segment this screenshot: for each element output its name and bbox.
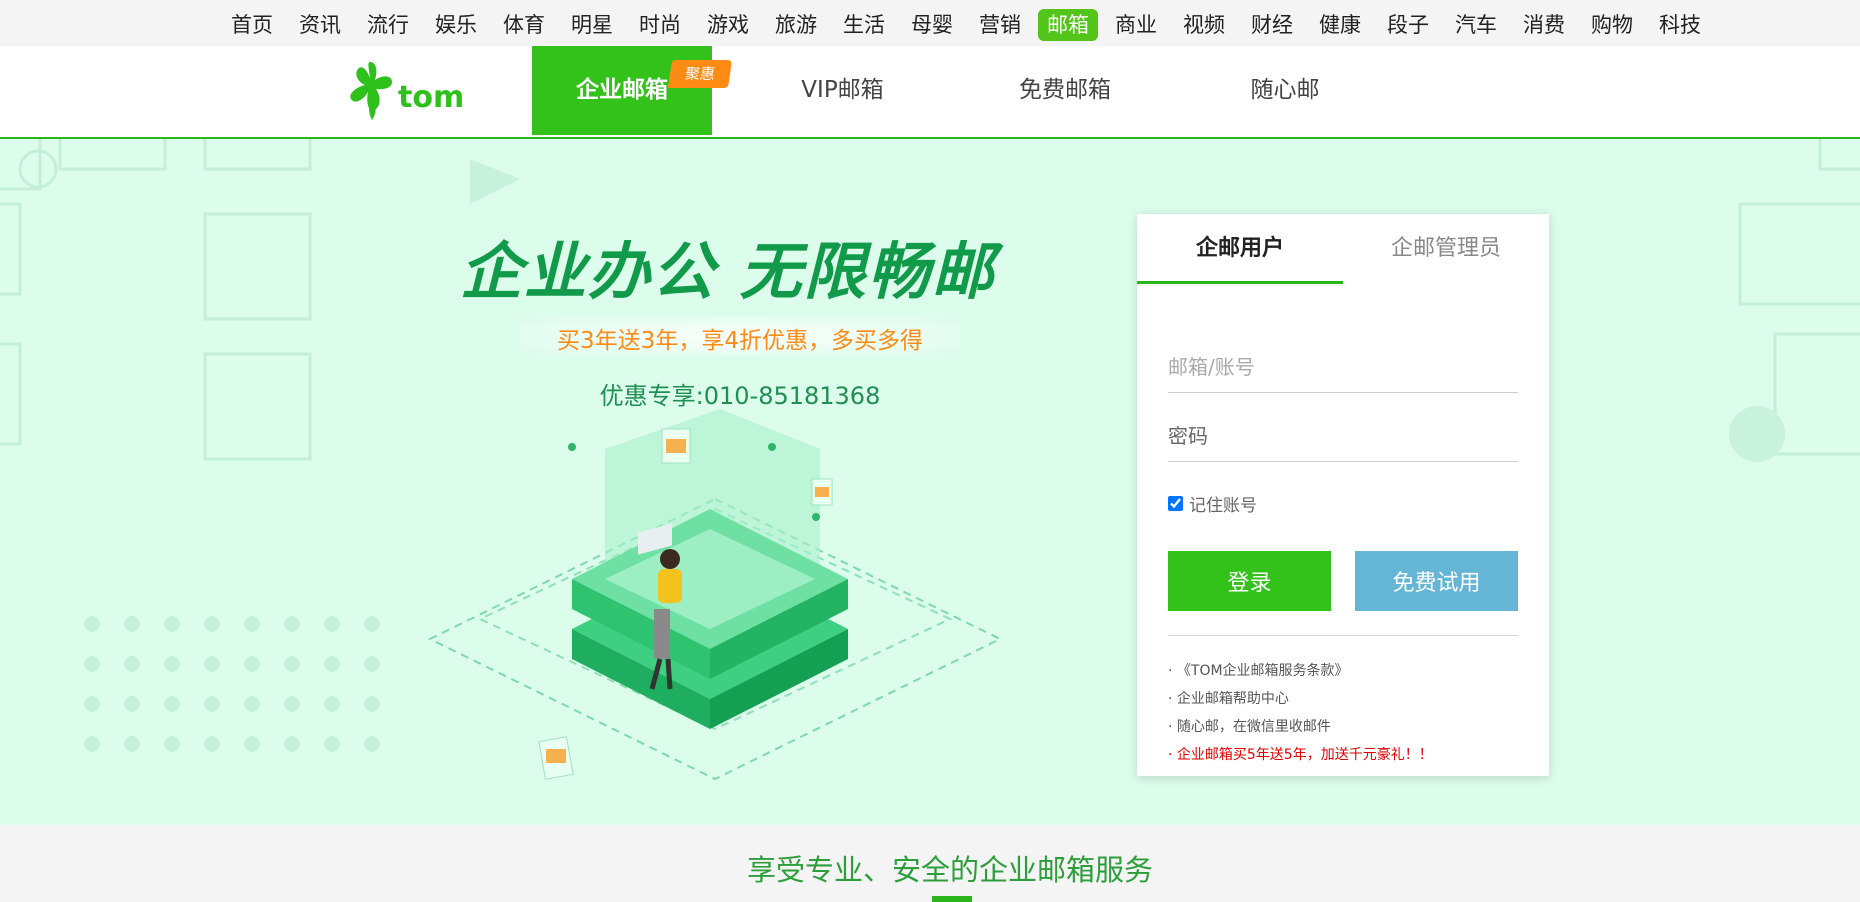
channel-nav-item-trend[interactable]: 流行 [358,9,418,41]
channel-nav-item-marketing[interactable]: 营销 [970,9,1030,41]
remember-account[interactable]: 记住账号 [1168,491,1257,516]
tab-vip-mail[interactable]: VIP邮箱 [775,46,910,135]
channel-nav-item-travel[interactable]: 旅游 [766,9,826,41]
login-button[interactable]: 登录 [1168,551,1331,611]
link-wechat-mail[interactable]: · 随心邮，在微信里收邮件 [1168,713,1433,741]
channel-nav-item-tech[interactable]: 科技 [1650,9,1710,41]
hero-promo-text: 买3年送3年，享4折优惠，多买多得 [557,328,923,354]
channel-nav-item-sports[interactable]: 体育 [494,9,554,41]
password-input[interactable] [1168,411,1518,462]
hero-banner: 企业办公 无限畅邮 买3年送3年，享4折优惠，多买多得 优惠专享:010-851… [0,139,1860,825]
link-promo-offer[interactable]: · 企业邮箱买5年送5年，加送千元豪礼！！ [1168,741,1433,769]
logo-wordmark: tom [398,80,464,115]
hero-illustration [427,409,1003,781]
channel-nav-item-mail[interactable]: 邮箱 [1038,9,1098,41]
remember-label: 记住账号 [1189,496,1257,516]
channel-nav-item-stars[interactable]: 明星 [562,9,622,41]
tab-enterprise-user[interactable]: 企邮用户 [1137,214,1343,284]
hero-hotline: 优惠专享:010-85181368 [599,382,881,410]
features-title: 享受专业、安全的企业邮箱服务 [746,853,1153,887]
channel-nav-list: 首页 资讯 流行 娱乐 体育 明星 时尚 游戏 旅游 生活 母婴 营销 邮箱 商… [222,9,1718,41]
channel-nav-item-fashion[interactable]: 时尚 [630,9,690,41]
product-header: tom 企业邮箱 聚惠 VIP邮箱 免费邮箱 随心邮 [0,46,1860,139]
channel-nav-item-auto[interactable]: 汽车 [1446,9,1506,41]
link-help-center[interactable]: · 企业邮箱帮助中心 [1168,685,1433,713]
channel-nav-item-shopping[interactable]: 购物 [1582,9,1642,41]
discount-tag: 聚惠 [668,60,732,88]
account-input[interactable] [1168,342,1518,393]
login-panel: 企邮用户 企邮管理员 记住账号 登录 免费试用 · 《TOM企业邮箱服务条款》 … [1137,214,1549,776]
channel-nav-item-news[interactable]: 资讯 [290,9,350,41]
channel-nav-item-home[interactable]: 首页 [222,9,282,41]
channel-nav-item-jokes[interactable]: 段子 [1378,9,1438,41]
channel-nav-item-baby[interactable]: 母婴 [902,9,962,41]
free-trial-button[interactable]: 免费试用 [1355,551,1518,611]
channel-nav-item-health[interactable]: 健康 [1310,9,1370,41]
tom-logo[interactable]: tom [348,60,476,122]
channel-nav-item-business[interactable]: 商业 [1106,9,1166,41]
title-underline [932,896,972,902]
channel-nav-item-games[interactable]: 游戏 [698,9,758,41]
channel-nav-item-finance[interactable]: 财经 [1242,9,1302,41]
channel-nav-item-video[interactable]: 视频 [1174,9,1234,41]
link-service-terms[interactable]: · 《TOM企业邮箱服务条款》 [1168,657,1433,685]
tab-suixin-mail[interactable]: 随心邮 [1225,46,1345,135]
tab-free-mail[interactable]: 免费邮箱 [1000,46,1130,135]
remember-checkbox[interactable] [1168,496,1183,511]
channel-nav-item-entertainment[interactable]: 娱乐 [426,9,486,41]
channel-nav: 首页 资讯 流行 娱乐 体育 明星 时尚 游戏 旅游 生活 母婴 营销 邮箱 商… [0,0,1860,46]
channel-nav-item-life[interactable]: 生活 [834,9,894,41]
login-divider [1168,635,1518,636]
features-section: 享受专业、安全的企业邮箱服务 [0,825,1860,902]
channel-nav-item-consume[interactable]: 消费 [1514,9,1574,41]
tab-enterprise-admin[interactable]: 企邮管理员 [1343,214,1549,284]
hero-slogan: 企业办公 无限畅邮 [460,235,996,308]
login-links: · 《TOM企业邮箱服务条款》 · 企业邮箱帮助中心 · 随心邮，在微信里收邮件… [1168,657,1433,769]
